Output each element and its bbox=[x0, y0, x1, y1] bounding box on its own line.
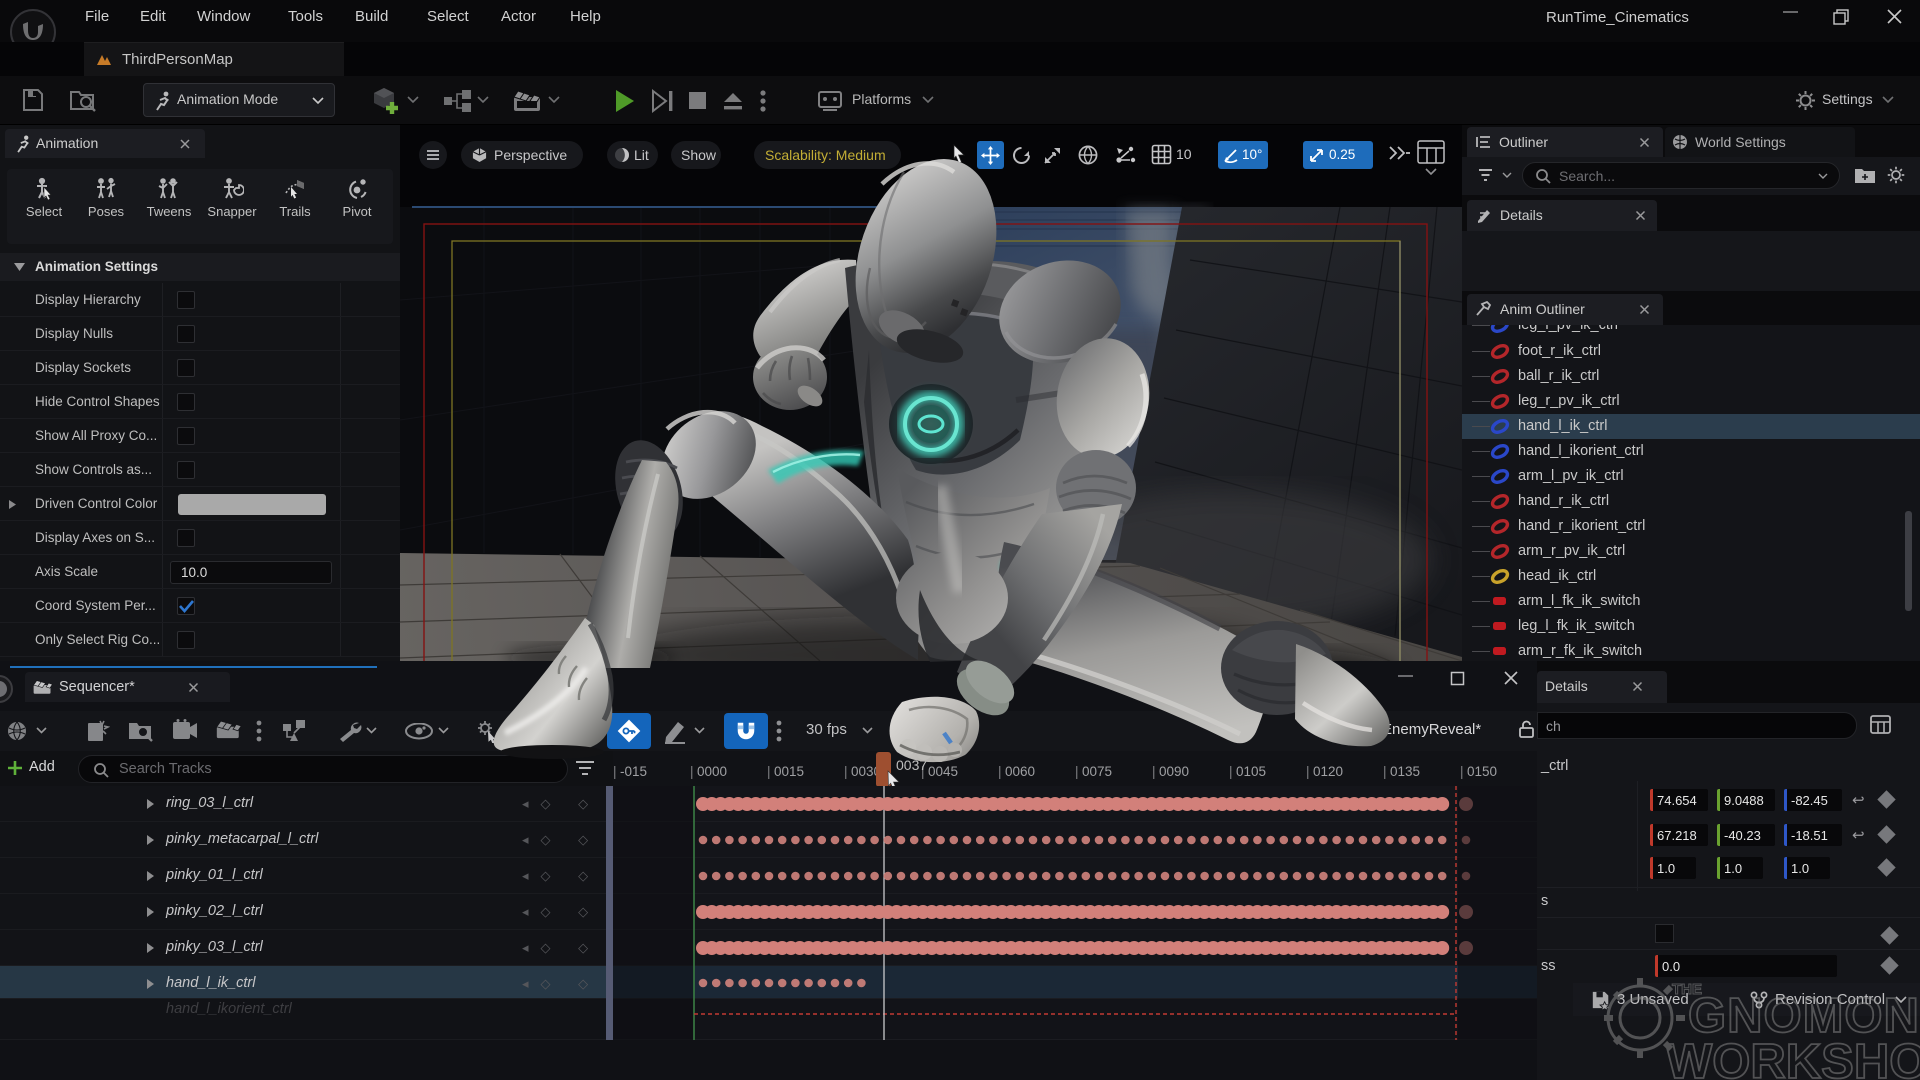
svg-text:WORKSHOP: WORKSHOP bbox=[1666, 1035, 1920, 1080]
svg-text:THE: THE bbox=[1672, 981, 1702, 998]
